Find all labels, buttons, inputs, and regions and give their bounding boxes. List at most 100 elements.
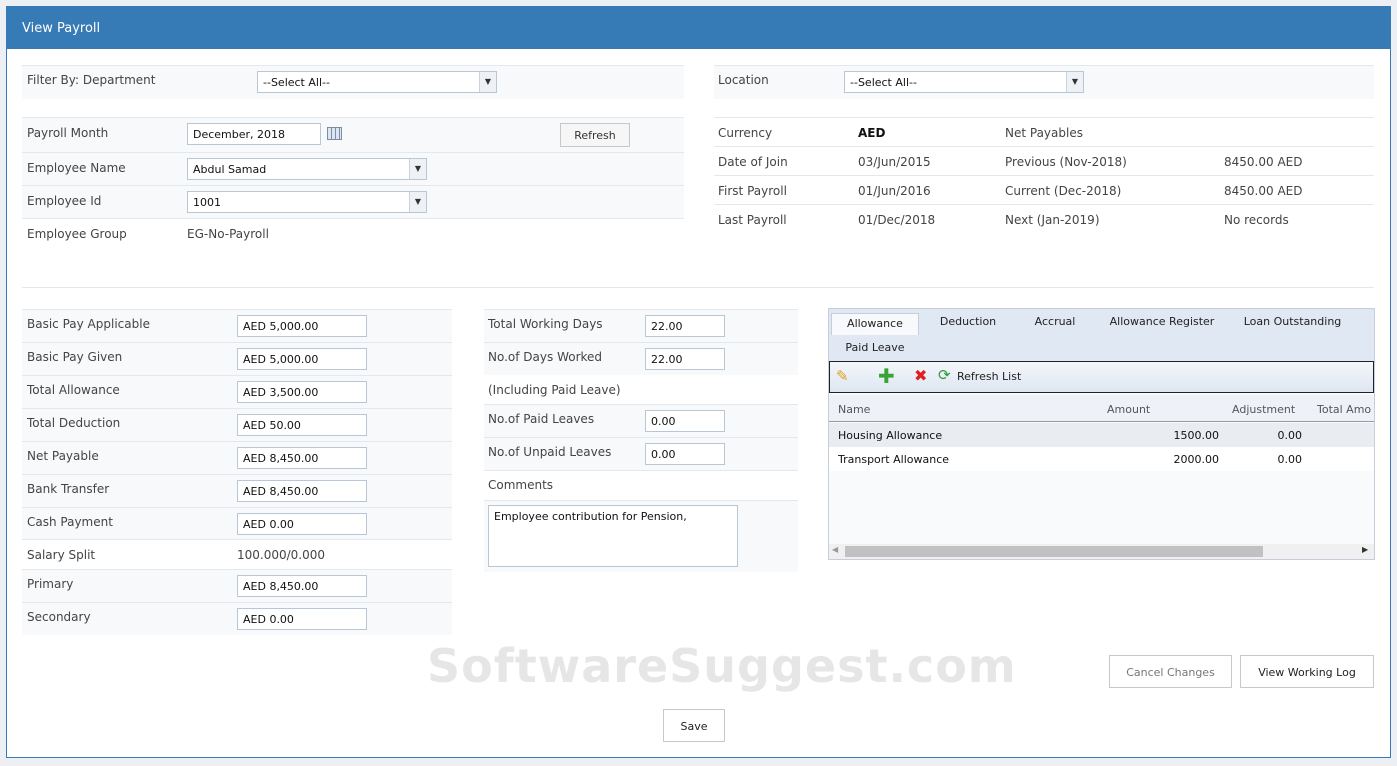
- pay-input[interactable]: AED 8,450.00: [237, 480, 367, 502]
- pay-input[interactable]: AED 5,000.00: [237, 315, 367, 337]
- scroll-right-icon[interactable]: ▶: [1362, 545, 1368, 554]
- save-button[interactable]: Save: [663, 709, 725, 742]
- current-value: 8450.00 AED: [1224, 184, 1303, 198]
- cell-amount: 1500.00: [1173, 429, 1220, 442]
- pay-label: Basic Pay Applicable: [27, 317, 150, 331]
- unpaid-leaves-label: No.of Unpaid Leaves: [488, 445, 612, 459]
- pay-label: Net Payable: [27, 449, 99, 463]
- total-working-days-label: Total Working Days: [488, 317, 603, 331]
- next-label: Next (Jan-2019): [1005, 213, 1100, 227]
- department-select[interactable]: --Select All-- ▼: [257, 71, 497, 93]
- chevron-down-icon: ▼: [479, 72, 496, 92]
- previous-value: 8450.00 AED: [1224, 155, 1303, 169]
- secondary-label: Secondary: [27, 610, 91, 624]
- employee-id-select[interactable]: 1001 ▼: [187, 191, 427, 213]
- pay-input[interactable]: AED 5,000.00: [237, 348, 367, 370]
- including-paid-leave-note: (Including Paid Leave): [488, 383, 621, 397]
- tab-accrual[interactable]: Accrual: [1019, 309, 1091, 335]
- tab-allowance[interactable]: Allowance: [831, 313, 919, 335]
- table-row[interactable]: Transport Allowance 2000.00 0.00: [829, 447, 1374, 471]
- refresh-button[interactable]: Refresh: [560, 123, 630, 147]
- column-header-amount[interactable]: Amount: [1107, 403, 1150, 416]
- cancel-changes-button[interactable]: Cancel Changes: [1109, 655, 1232, 688]
- current-label: Current (Dec-2018): [1005, 184, 1122, 198]
- cell-adjustment: 0.00: [1277, 453, 1303, 466]
- column-header-adjustment[interactable]: Adjustment: [1232, 403, 1295, 416]
- add-icon[interactable]: ✚: [878, 364, 895, 388]
- cell-name: Housing Allowance: [838, 429, 943, 442]
- last-payroll-value: 01/Dec/2018: [858, 213, 936, 227]
- doj-label: Date of Join: [718, 155, 788, 169]
- doj-value: 03/Jun/2015: [858, 155, 931, 169]
- pay-input[interactable]: AED 8,450.00: [237, 447, 367, 469]
- column-header-total-amount[interactable]: Total Amo: [1317, 403, 1371, 416]
- edit-pencil-icon[interactable]: ✎: [836, 367, 849, 385]
- scrollbar-thumb[interactable]: [845, 546, 1263, 557]
- cell-adjustment: 0.00: [1277, 429, 1303, 442]
- first-payroll-label: First Payroll: [718, 184, 787, 198]
- payroll-month-input[interactable]: December, 2018: [187, 123, 321, 145]
- location-select[interactable]: --Select All-- ▼: [844, 71, 1084, 93]
- pay-label: Cash Payment: [27, 515, 113, 529]
- scroll-left-icon[interactable]: ◀: [832, 545, 838, 554]
- days-worked-input[interactable]: 22.00: [645, 348, 725, 370]
- net-payables-label: Net Payables: [1005, 126, 1083, 140]
- primary-input[interactable]: AED 8,450.00: [237, 575, 367, 597]
- divider: [22, 287, 1374, 288]
- location-value: --Select All--: [850, 76, 917, 89]
- pay-label: Bank Transfer: [27, 482, 110, 496]
- watermark: SoftwareSuggest.com: [427, 639, 1017, 693]
- pay-input[interactable]: AED 0.00: [237, 513, 367, 535]
- comments-label: Comments: [488, 478, 554, 492]
- pay-label: Total Allowance: [27, 383, 120, 397]
- pay-input[interactable]: AED 3,500.00: [237, 381, 367, 403]
- calendar-icon[interactable]: [327, 127, 342, 140]
- tab-allowance-register[interactable]: Allowance Register: [1097, 309, 1227, 335]
- unpaid-leaves-input[interactable]: 0.00: [645, 443, 725, 465]
- chevron-down-icon: ▼: [409, 159, 426, 179]
- tab-loan-outstanding[interactable]: Loan Outstanding: [1235, 309, 1350, 335]
- salary-split-value: 100.000/0.000: [237, 548, 326, 562]
- salary-split-label: Salary Split: [27, 548, 96, 562]
- employee-name-label: Employee Name: [27, 161, 126, 175]
- table-row[interactable]: Housing Allowance 1500.00 0.00: [829, 423, 1374, 447]
- currency-value: AED: [858, 126, 886, 140]
- next-value: No records: [1224, 213, 1289, 227]
- department-label: Filter By: Department: [27, 73, 156, 87]
- cell-name: Transport Allowance: [838, 453, 950, 466]
- total-working-days-input[interactable]: 22.00: [645, 315, 725, 337]
- employee-group-value: EG-No-Payroll: [187, 227, 269, 241]
- secondary-input[interactable]: AED 0.00: [237, 608, 367, 630]
- employee-name-value: Abdul Samad: [193, 163, 267, 176]
- allowance-grid-panel: Allowance Deduction Accrual Allowance Regis…: [828, 308, 1375, 560]
- pay-label: Basic Pay Given: [27, 350, 123, 364]
- view-payroll-panel: View Payroll Filter By: Department --Sel…: [6, 6, 1391, 758]
- pay-input[interactable]: AED 50.00: [237, 414, 367, 436]
- department-value: --Select All--: [263, 76, 330, 89]
- employee-name-select[interactable]: Abdul Samad ▼: [187, 158, 427, 180]
- column-header-name[interactable]: Name: [838, 403, 870, 416]
- page-title: View Payroll: [7, 7, 1390, 49]
- last-payroll-label: Last Payroll: [718, 213, 787, 227]
- paid-leaves-input[interactable]: 0.00: [645, 410, 725, 432]
- chevron-down-icon: ▼: [409, 192, 426, 212]
- location-label: Location: [718, 73, 769, 87]
- grid-toolbar: ✎ ✚ ✖ ⟳ Refresh List: [829, 361, 1374, 393]
- primary-label: Primary: [27, 577, 74, 591]
- horizontal-scrollbar[interactable]: ◀ ▶: [829, 544, 1374, 559]
- employee-id-label: Employee Id: [27, 194, 102, 208]
- days-worked-label: No.of Days Worked: [488, 350, 603, 364]
- chevron-down-icon: ▼: [1066, 72, 1083, 92]
- delete-icon[interactable]: ✖: [914, 366, 927, 385]
- refresh-icon[interactable]: ⟳: [938, 366, 951, 384]
- currency-label: Currency: [718, 126, 773, 140]
- employee-id-value: 1001: [193, 196, 221, 209]
- view-working-log-button[interactable]: View Working Log: [1240, 655, 1374, 688]
- comments-textarea[interactable]: Employee contribution for Pension,: [488, 505, 738, 567]
- payroll-month-label: Payroll Month: [27, 126, 109, 140]
- tab-deduction[interactable]: Deduction: [921, 309, 1015, 335]
- refresh-list-button[interactable]: Refresh List: [957, 370, 1021, 383]
- paid-leaves-label: No.of Paid Leaves: [488, 412, 595, 426]
- grid-header: Name Amount Adjustment Total Amo: [829, 395, 1374, 422]
- tab-paid-leave[interactable]: Paid Leave: [831, 335, 919, 361]
